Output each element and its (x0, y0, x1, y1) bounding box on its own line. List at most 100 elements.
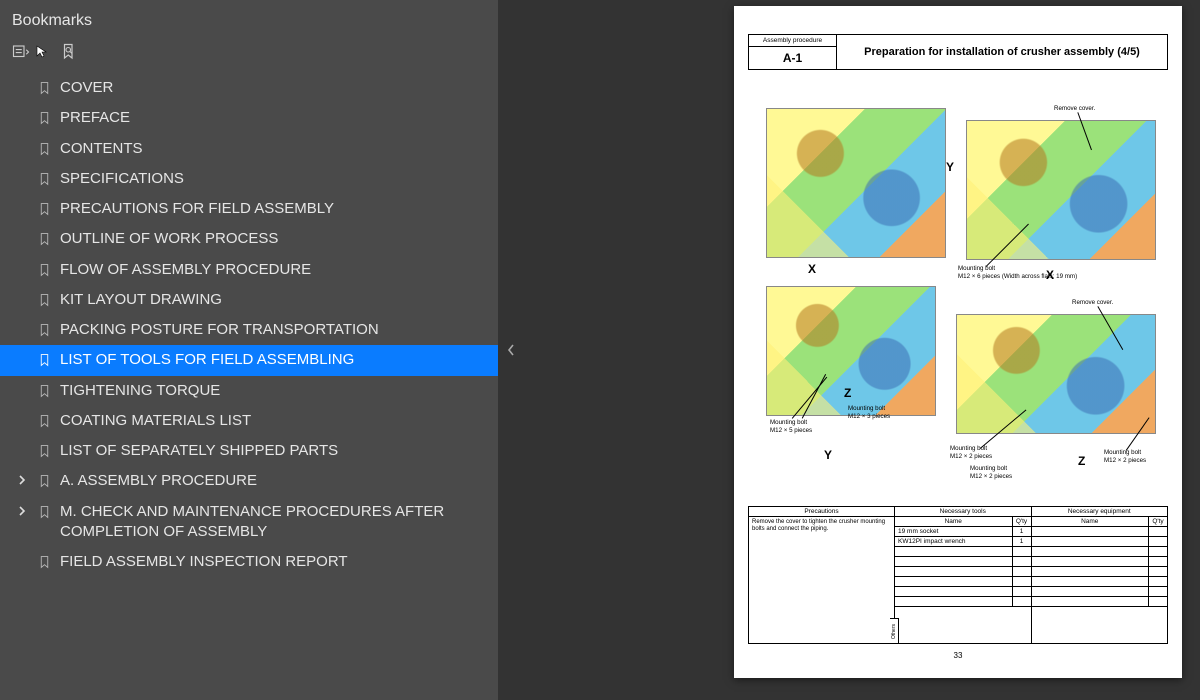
pane-gutter (498, 0, 524, 700)
table-row (1032, 577, 1168, 587)
bookmark-item[interactable]: COVER (0, 73, 498, 103)
table-row (895, 597, 1031, 607)
tool-name (895, 557, 1013, 566)
table-row (1032, 537, 1168, 547)
table-row: 19 mm socket1 (895, 527, 1031, 537)
bookmark-ribbon-icon (36, 553, 52, 571)
proc-label: Assembly procedure (749, 35, 836, 47)
bookmark-ribbon-icon (36, 170, 52, 188)
collapse-sidebar-button[interactable] (506, 341, 516, 359)
expand-spacer (16, 260, 28, 278)
tools-name-hdr: Name (895, 517, 1013, 526)
table-row (1032, 527, 1168, 537)
expand-spacer (16, 169, 28, 187)
tool-name (895, 547, 1013, 556)
bookmark-item[interactable]: FLOW OF ASSEMBLY PROCEDURE (0, 255, 498, 285)
diagram-tile-2 (966, 120, 1156, 260)
bookmark-item[interactable]: TIGHTENING TORQUE (0, 376, 498, 406)
bookmark-label: FLOW OF ASSEMBLY PROCEDURE (60, 260, 488, 280)
tool-qty (1013, 587, 1031, 596)
equip-qty (1149, 537, 1167, 546)
tool-qty (1013, 547, 1031, 556)
axis-x1: X (808, 262, 816, 276)
proc-code: A-1 (749, 47, 836, 69)
bookmark-label: CONTENTS (60, 139, 488, 159)
bookmark-ribbon-icon (36, 291, 52, 309)
label-remove-cover-1: Remove cover. (1054, 106, 1095, 113)
bookmark-label: COVER (60, 78, 488, 98)
bookmarks-list: COVER PREFACE CONTENTS SPECIFICATIONS PRECAU… (0, 71, 498, 700)
bookmark-label: PACKING POSTURE FOR TRANSPORTATION (60, 320, 488, 340)
tool-qty (1013, 557, 1031, 566)
tool-qty (1013, 597, 1031, 606)
tool-name: KW12PI impact wrench (895, 537, 1013, 546)
bookmark-item[interactable]: M. CHECK AND MAINTENANCE PROCEDURES AFTE… (0, 497, 498, 548)
table-row (895, 547, 1031, 557)
bookmark-item[interactable]: KIT LAYOUT DRAWING (0, 285, 498, 315)
equip-qty (1149, 557, 1167, 566)
label-mb-z2-det: M12 × 2 pieces (950, 454, 992, 461)
bookmark-item[interactable]: PREFACE (0, 103, 498, 133)
equip-name (1032, 577, 1150, 586)
bookmark-ribbon-icon (36, 109, 52, 127)
list-options-icon[interactable] (10, 41, 32, 63)
bookmark-item[interactable]: LIST OF SEPARATELY SHIPPED PARTS (0, 436, 498, 466)
table-row (895, 567, 1031, 577)
find-bookmark-icon[interactable] (58, 41, 80, 63)
expand-spacer (16, 290, 28, 308)
equip-qty (1149, 567, 1167, 576)
expand-spacer (16, 139, 28, 157)
equip-qty (1149, 547, 1167, 556)
bookmark-item[interactable]: CONTENTS (0, 134, 498, 164)
bookmarks-title: Bookmarks (12, 12, 92, 30)
label-mb-z3: Mounting bolt (970, 466, 1007, 473)
tool-qty: 1 (1013, 537, 1031, 546)
bookmark-ribbon-icon (36, 321, 52, 339)
bookmark-ribbon-icon (36, 442, 52, 460)
bookmark-item[interactable]: PRECAUTIONS FOR FIELD ASSEMBLY (0, 194, 498, 224)
bookmark-item[interactable]: OUTLINE OF WORK PROCESS (0, 224, 498, 254)
label-remove-cover-2: Remove cover. (1072, 300, 1113, 307)
bookmark-ribbon-icon (36, 79, 52, 97)
bookmark-label: SPECIFICATIONS (60, 169, 488, 189)
table-row (895, 557, 1031, 567)
bookmarks-panel: Bookmarks COVER PREFACE CONTENTS SPECIFICAT… (0, 0, 498, 700)
bookmark-item[interactable]: A. ASSEMBLY PROCEDURE (0, 466, 498, 496)
others-label: Others (890, 618, 899, 644)
bookmark-label: COATING MATERIALS LIST (60, 411, 488, 431)
document-viewer[interactable]: Assembly procedure A-1 Preparation for i… (524, 0, 1200, 700)
tool-qty (1013, 567, 1031, 576)
table-row (895, 577, 1031, 587)
tools-col: Necessary tools NameQ'ty 19 mm socket1KW… (895, 506, 1032, 644)
label-mb-y: Mounting bolt (770, 420, 807, 427)
bookmark-item[interactable]: SPECIFICATIONS (0, 164, 498, 194)
tool-name: 19 mm socket (895, 527, 1013, 536)
equip-qty-hdr: Q'ty (1149, 517, 1167, 526)
equip-name (1032, 587, 1150, 596)
page-title: Preparation for installation of crusher … (837, 35, 1167, 69)
table-row (1032, 597, 1168, 607)
diagram-area: X Y X Y Z Z Remove cover. Remove cover. … (748, 90, 1168, 490)
bookmark-item[interactable]: FIELD ASSEMBLY INSPECTION REPORT (0, 547, 498, 577)
bookmark-label: M. CHECK AND MAINTENANCE PROCEDURES AFTE… (60, 502, 488, 543)
tool-name (895, 577, 1013, 586)
bookmark-item[interactable]: COATING MATERIALS LIST (0, 406, 498, 436)
bookmark-label: PREFACE (60, 108, 488, 128)
table-row (895, 587, 1031, 597)
chevron-right-icon[interactable] (16, 471, 28, 489)
tool-qty: 1 (1013, 527, 1031, 536)
precautions-text: Remove the cover to tighten the crusher … (749, 517, 894, 643)
bookmark-ribbon-icon (36, 200, 52, 218)
bookmark-item[interactable]: PACKING POSTURE FOR TRANSPORTATION (0, 315, 498, 345)
precautions-header: Precautions (749, 507, 894, 517)
table-row (1032, 587, 1168, 597)
axis-z1-small: Z (844, 386, 851, 400)
equip-name (1032, 597, 1150, 606)
bookmark-item[interactable]: LIST OF TOOLS FOR FIELD ASSEMBLING (0, 345, 498, 375)
tool-name (895, 567, 1013, 576)
tools-header: Necessary tools (895, 507, 1031, 517)
table-row: KW12PI impact wrench1 (895, 537, 1031, 547)
chevron-right-icon[interactable] (16, 502, 28, 520)
diagram-tile-4 (956, 314, 1156, 434)
precautions-col: Precautions Remove the cover to tighten … (748, 506, 895, 644)
